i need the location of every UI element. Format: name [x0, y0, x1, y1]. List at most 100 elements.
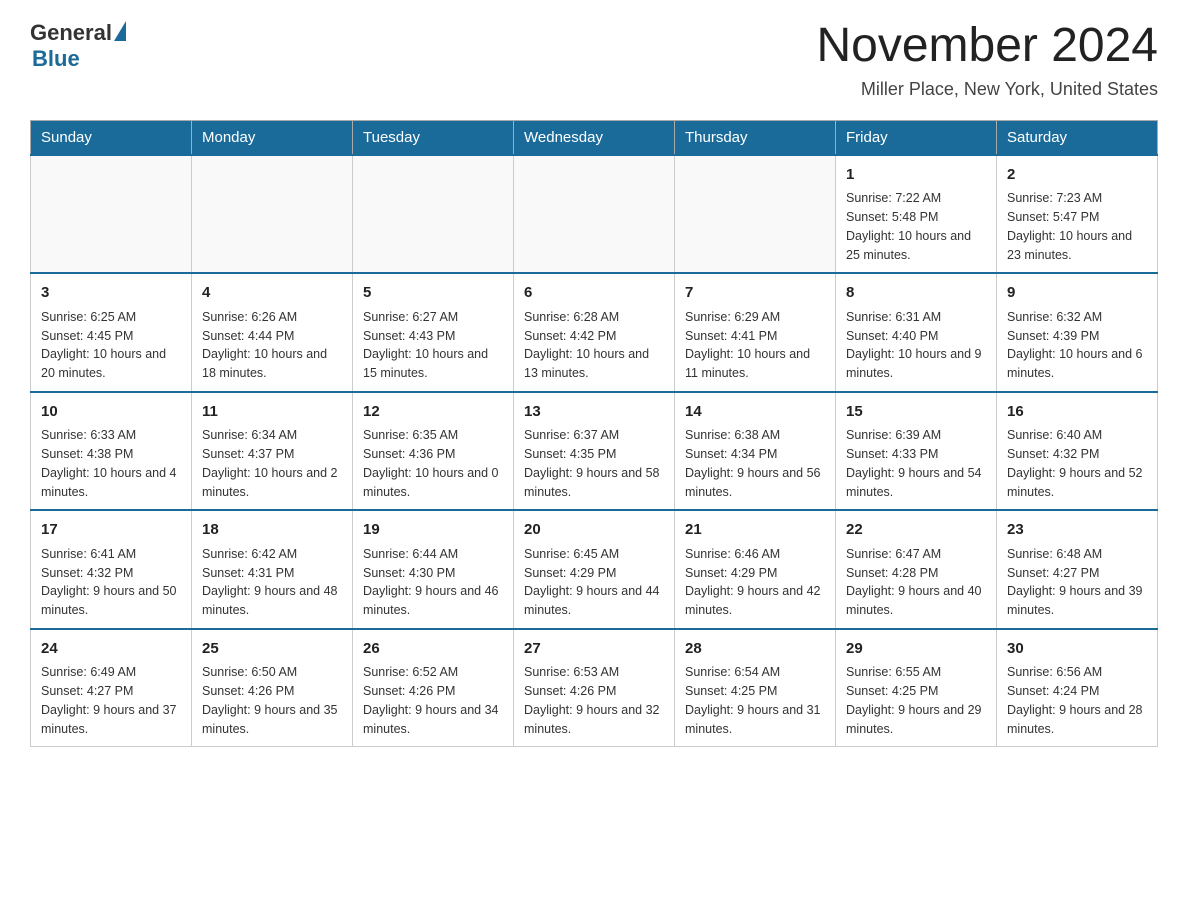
- day-info: Sunrise: 6:52 AMSunset: 4:26 PMDaylight:…: [363, 663, 503, 738]
- day-number: 21: [685, 519, 825, 542]
- day-number: 15: [846, 401, 986, 424]
- day-number: 4: [202, 282, 342, 305]
- day-of-week-header: Monday: [192, 120, 353, 155]
- calendar-cell: [31, 155, 192, 274]
- calendar-cell: 10Sunrise: 6:33 AMSunset: 4:38 PMDayligh…: [31, 392, 192, 511]
- day-info: Sunrise: 6:44 AMSunset: 4:30 PMDaylight:…: [363, 545, 503, 620]
- day-number: 13: [524, 401, 664, 424]
- calendar-cell: 21 Sunrise: 6:46 AMSunset: 4:29 PMDayligh…: [675, 510, 836, 629]
- day-of-week-header: Thursday: [675, 120, 836, 155]
- calendar-cell: 8 Sunrise: 6:31 AMSunset: 4:40 PMDaylight…: [836, 273, 997, 392]
- day-number: 14: [685, 401, 825, 424]
- day-info: Sunrise: 6:33 AMSunset: 4:38 PMDaylight:…: [41, 426, 181, 501]
- day-info: Sunrise: 6:34 AMSunset: 4:37 PMDaylight:…: [202, 426, 342, 501]
- day-info: Sunrise: 6:32 AMSunset: 4:39 PMDaylight:…: [1007, 308, 1147, 383]
- day-info: Sunrise: 6:54 AMSunset: 4:25 PMDaylight:…: [685, 663, 825, 738]
- calendar-cell: 24Sunrise: 6:49 AMSunset: 4:27 PMDayligh…: [31, 629, 192, 747]
- day-info: Sunrise: 6:55 AMSunset: 4:25 PMDaylight:…: [846, 663, 986, 738]
- week-row: 10Sunrise: 6:33 AMSunset: 4:38 PMDayligh…: [31, 392, 1158, 511]
- calendar-cell: 27Sunrise: 6:53 AMSunset: 4:26 PMDayligh…: [514, 629, 675, 747]
- day-of-week-header: Sunday: [31, 120, 192, 155]
- day-info: Sunrise: 6:31 AMSunset: 4:40 PMDaylight:…: [846, 308, 986, 383]
- day-info: Sunrise: 7:23 AMSunset: 5:47 PMDaylight:…: [1007, 189, 1147, 264]
- week-row: 17Sunrise: 6:41 AMSunset: 4:32 PMDayligh…: [31, 510, 1158, 629]
- calendar-cell: 3Sunrise: 6:25 AMSunset: 4:45 PMDaylight…: [31, 273, 192, 392]
- day-number: 20: [524, 519, 664, 542]
- calendar-cell: [675, 155, 836, 274]
- day-number: 25: [202, 638, 342, 661]
- day-of-week-header: Wednesday: [514, 120, 675, 155]
- day-info: Sunrise: 6:29 AMSunset: 4:41 PMDaylight:…: [685, 308, 825, 383]
- day-number: 2: [1007, 164, 1147, 187]
- page-header: General Blue November 2024 Miller Place,…: [30, 20, 1158, 100]
- day-info: Sunrise: 6:46 AMSunset: 4:29 PMDaylight:…: [685, 545, 825, 620]
- calendar-cell: 23 Sunrise: 6:48 AMSunset: 4:27 PMDayligh…: [997, 510, 1158, 629]
- calendar-cell: 18 Sunrise: 6:42 AMSunset: 4:31 PMDayligh…: [192, 510, 353, 629]
- calendar-cell: 14Sunrise: 6:38 AMSunset: 4:34 PMDayligh…: [675, 392, 836, 511]
- calendar-cell: 7 Sunrise: 6:29 AMSunset: 4:41 PMDaylight…: [675, 273, 836, 392]
- day-info: Sunrise: 6:37 AMSunset: 4:35 PMDaylight:…: [524, 426, 664, 501]
- calendar-cell: 25Sunrise: 6:50 AMSunset: 4:26 PMDayligh…: [192, 629, 353, 747]
- calendar-table: SundayMondayTuesdayWednesdayThursdayFrid…: [30, 120, 1158, 748]
- day-info: Sunrise: 6:48 AMSunset: 4:27 PMDaylight:…: [1007, 545, 1147, 620]
- calendar-cell: 16Sunrise: 6:40 AMSunset: 4:32 PMDayligh…: [997, 392, 1158, 511]
- day-info: Sunrise: 7:22 AMSunset: 5:48 PMDaylight:…: [846, 189, 986, 264]
- calendar-cell: 26Sunrise: 6:52 AMSunset: 4:26 PMDayligh…: [353, 629, 514, 747]
- day-info: Sunrise: 6:42 AMSunset: 4:31 PMDaylight:…: [202, 545, 342, 620]
- day-number: 22: [846, 519, 986, 542]
- location-text: Miller Place, New York, United States: [816, 79, 1158, 100]
- day-of-week-header: Tuesday: [353, 120, 514, 155]
- day-number: 7: [685, 282, 825, 305]
- calendar-cell: 28Sunrise: 6:54 AMSunset: 4:25 PMDayligh…: [675, 629, 836, 747]
- calendar-header-row: SundayMondayTuesdayWednesdayThursdayFrid…: [31, 120, 1158, 155]
- calendar-cell: [514, 155, 675, 274]
- calendar-cell: 19Sunrise: 6:44 AMSunset: 4:30 PMDayligh…: [353, 510, 514, 629]
- day-number: 9: [1007, 282, 1147, 305]
- day-number: 16: [1007, 401, 1147, 424]
- calendar-cell: 17Sunrise: 6:41 AMSunset: 4:32 PMDayligh…: [31, 510, 192, 629]
- day-number: 28: [685, 638, 825, 661]
- day-number: 29: [846, 638, 986, 661]
- calendar-cell: 1Sunrise: 7:22 AMSunset: 5:48 PMDaylight…: [836, 155, 997, 274]
- day-number: 11: [202, 401, 342, 424]
- calendar-cell: 15Sunrise: 6:39 AMSunset: 4:33 PMDayligh…: [836, 392, 997, 511]
- day-info: Sunrise: 6:28 AMSunset: 4:42 PMDaylight:…: [524, 308, 664, 383]
- logo: General Blue: [30, 20, 126, 72]
- day-number: 30: [1007, 638, 1147, 661]
- day-number: 18: [202, 519, 342, 542]
- day-info: Sunrise: 6:26 AMSunset: 4:44 PMDaylight:…: [202, 308, 342, 383]
- day-info: Sunrise: 6:53 AMSunset: 4:26 PMDaylight:…: [524, 663, 664, 738]
- logo-blue-text: Blue: [32, 46, 80, 72]
- calendar-cell: 30Sunrise: 6:56 AMSunset: 4:24 PMDayligh…: [997, 629, 1158, 747]
- day-number: 12: [363, 401, 503, 424]
- day-info: Sunrise: 6:38 AMSunset: 4:34 PMDaylight:…: [685, 426, 825, 501]
- calendar-cell: [192, 155, 353, 274]
- week-row: 1Sunrise: 7:22 AMSunset: 5:48 PMDaylight…: [31, 155, 1158, 274]
- day-number: 5: [363, 282, 503, 305]
- day-info: Sunrise: 6:39 AMSunset: 4:33 PMDaylight:…: [846, 426, 986, 501]
- day-info: Sunrise: 6:49 AMSunset: 4:27 PMDaylight:…: [41, 663, 181, 738]
- calendar-cell: 20Sunrise: 6:45 AMSunset: 4:29 PMDayligh…: [514, 510, 675, 629]
- day-number: 6: [524, 282, 664, 305]
- calendar-cell: 2Sunrise: 7:23 AMSunset: 5:47 PMDaylight…: [997, 155, 1158, 274]
- day-number: 26: [363, 638, 503, 661]
- calendar-cell: 11Sunrise: 6:34 AMSunset: 4:37 PMDayligh…: [192, 392, 353, 511]
- calendar-cell: 29Sunrise: 6:55 AMSunset: 4:25 PMDayligh…: [836, 629, 997, 747]
- day-number: 8: [846, 282, 986, 305]
- day-number: 27: [524, 638, 664, 661]
- calendar-cell: 12Sunrise: 6:35 AMSunset: 4:36 PMDayligh…: [353, 392, 514, 511]
- calendar-cell: 13Sunrise: 6:37 AMSunset: 4:35 PMDayligh…: [514, 392, 675, 511]
- day-info: Sunrise: 6:47 AMSunset: 4:28 PMDaylight:…: [846, 545, 986, 620]
- day-number: 1: [846, 164, 986, 187]
- calendar-cell: 5Sunrise: 6:27 AMSunset: 4:43 PMDaylight…: [353, 273, 514, 392]
- day-number: 23: [1007, 519, 1147, 542]
- calendar-cell: 22 Sunrise: 6:47 AMSunset: 4:28 PMDayligh…: [836, 510, 997, 629]
- calendar-cell: 4 Sunrise: 6:26 AMSunset: 4:44 PMDaylight…: [192, 273, 353, 392]
- day-of-week-header: Saturday: [997, 120, 1158, 155]
- day-info: Sunrise: 6:50 AMSunset: 4:26 PMDaylight:…: [202, 663, 342, 738]
- day-info: Sunrise: 6:35 AMSunset: 4:36 PMDaylight:…: [363, 426, 503, 501]
- day-number: 24: [41, 638, 181, 661]
- calendar-cell: 9 Sunrise: 6:32 AMSunset: 4:39 PMDaylight…: [997, 273, 1158, 392]
- day-info: Sunrise: 6:41 AMSunset: 4:32 PMDaylight:…: [41, 545, 181, 620]
- logo-triangle-icon: [114, 21, 126, 41]
